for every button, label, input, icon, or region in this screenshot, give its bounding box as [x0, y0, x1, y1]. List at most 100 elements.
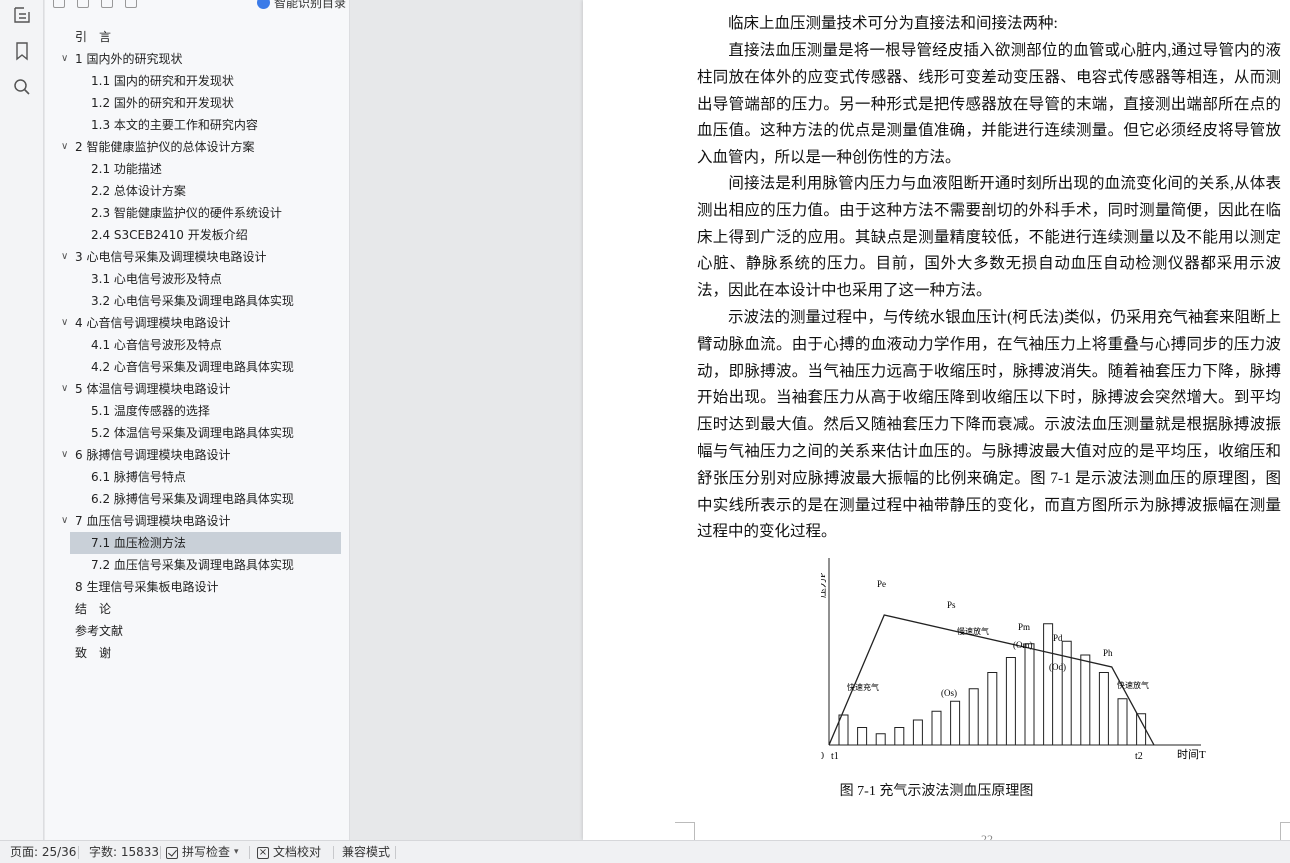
smart-toc-button[interactable]: 智能识别目录 — [256, 0, 346, 11]
toc-item[interactable]: 1.1 国内的研究和开发现状 — [45, 70, 349, 92]
toc-list: 引 言 ∨ 1 国内外的研究现状 1.1 国内的研究和开发现状 1.2 国外的研究和开发… — [45, 26, 349, 664]
toc-item[interactable]: 参考文献 — [45, 620, 349, 642]
paragraph-indirect-method: 间接法是利用脉管内压力与血液阻断开通时刻所出现的血流变化间的关系,从体表测出相应… — [697, 175, 1281, 300]
proof-icon: × — [257, 846, 269, 859]
slow-deflate-label: 慢速放气 — [957, 626, 989, 636]
toc-item-label: 4 心音信号调理模块电路设计 — [75, 316, 231, 330]
toc-item[interactable]: 4.1 心音信号波形及特点 — [45, 334, 349, 356]
toc-item[interactable]: ∨ 2 智能健康监护仪的总体设计方案 — [45, 136, 349, 158]
toc-item[interactable]: ∨ 3 心电信号采集及调理模块电路设计 — [45, 246, 349, 268]
toc-item[interactable]: 2.1 功能描述 — [45, 158, 349, 180]
bookmark-icon[interactable] — [11, 40, 33, 62]
outline-panel-icon[interactable] — [11, 4, 33, 26]
toc-item-label: 结 论 — [75, 602, 112, 616]
toc-item[interactable]: ∨ 6 脉搏信号调理模块电路设计 — [45, 444, 349, 466]
paragraph-intro: 临床上血压测量技术可分为直接法和间接法两种: — [697, 15, 1058, 32]
pulse-amplitude-bar — [968, 688, 979, 746]
x-axis-label: 时间T — [1177, 748, 1206, 761]
pulse-amplitude-bar — [1136, 713, 1147, 746]
document-page: 临床上血压测量技术可分为直接法和间接法两种: 直接法血压测量是将一根导管经皮插入… — [583, 0, 1290, 846]
toc-item[interactable]: ∨ 1 国内外的研究现状 — [45, 48, 349, 70]
toc-item[interactable]: ∨ 4 心音信号调理模块电路设计 — [45, 312, 349, 334]
divider — [78, 846, 79, 859]
toc-item[interactable]: ∨ 7 血压信号调理模块电路设计 — [45, 510, 349, 532]
figure-7-1-chart: 压力P 时间T 0 t1 t2 Pe Ps Pm Pd Ph 快速充气 慢速放气快速放气 (Os) (Om… — [821, 558, 1206, 762]
pd-label: Pd — [1053, 633, 1063, 643]
pulse-amplitude-bar — [857, 727, 868, 746]
toc-item-label: 5.2 体温信号采集及调理电路具体实现 — [91, 426, 294, 440]
chevron-down-icon[interactable]: ∨ — [61, 246, 68, 268]
word-count[interactable]: 字数: 15833 — [89, 841, 159, 863]
page-indicator-label: 页面: 25/36 — [10, 845, 77, 859]
divider — [333, 846, 334, 859]
checkbox-icon — [166, 846, 178, 859]
toc-item-label: 3.2 心电信号采集及调理电路具体实现 — [91, 294, 294, 308]
page-corner-right — [1280, 822, 1290, 840]
pulse-amplitude-bar — [912, 719, 923, 746]
toc-item[interactable]: 4.2 心音信号采集及调理电路具体实现 — [45, 356, 349, 378]
toc-item[interactable]: 6.1 脉搏信号特点 — [45, 466, 349, 488]
toc-item-label: 7.1 血压检测方法 — [91, 536, 186, 550]
panel-splitter[interactable] — [350, 0, 356, 840]
toc-item-label: 7 血压信号调理模块电路设计 — [75, 514, 231, 528]
chevron-down-icon[interactable]: ∨ — [61, 136, 68, 158]
paragraph-direct-method: 直接法血压测量是将一根导管经皮插入欲测部位的血管或心脏内,通过导管内的液柱同放在… — [697, 42, 1281, 167]
smart-toc-icon — [256, 0, 270, 9]
chevron-down-icon[interactable]: ∨ — [61, 510, 68, 532]
toc-item-label: 5.1 温度传感器的选择 — [91, 404, 210, 418]
toc-item[interactable]: 1.3 本文的主要工作和研究内容 — [45, 114, 349, 136]
toc-item[interactable]: 2.3 智能健康监护仪的硬件系统设计 — [45, 202, 349, 224]
toc-item-label: 2 智能健康监护仪的总体设计方案 — [75, 140, 255, 154]
doc-proof-button[interactable]: × 文档校对 — [257, 841, 321, 863]
ps-label: Ps — [947, 600, 956, 610]
compat-mode[interactable]: 兼容模式 — [342, 841, 390, 863]
toc-item[interactable]: 3.1 心电信号波形及特点 — [45, 268, 349, 290]
word-count-label: 字数: 15833 — [89, 845, 160, 859]
pulse-amplitude-bar — [1024, 643, 1035, 746]
toc-item[interactable]: 引 言 — [45, 26, 349, 48]
chevron-down-icon[interactable]: ∨ — [61, 48, 68, 70]
toc-item-label: 1.1 国内的研究和开发现状 — [91, 74, 234, 88]
toc-item[interactable]: 5.1 温度传感器的选择 — [45, 400, 349, 422]
pulse-amplitude-bar — [1005, 657, 1016, 746]
om-label: (Om) — [1013, 640, 1033, 650]
pulse-amplitude-bar — [894, 727, 905, 746]
toc-item-label: 2.3 智能健康监护仪的硬件系统设计 — [91, 206, 282, 220]
toc-item[interactable]: 7.1 血压检测方法 — [70, 532, 341, 554]
divider — [395, 846, 396, 859]
toc-item[interactable]: ∨ 5 体温信号调理模块电路设计 — [45, 378, 349, 400]
toc-item[interactable]: 1.2 国外的研究和开发现状 — [45, 92, 349, 114]
toc-item[interactable]: 结 论 — [45, 598, 349, 620]
toc-item-label: 引 言 — [75, 30, 112, 44]
paragraph-oscillometric: 示波法的测量过程中，与传统水银血压计(柯氏法)类似，仍采用充气袖套来阻断上臂动脉… — [697, 309, 1281, 541]
spell-check-label: 拼写检查 — [182, 845, 231, 859]
chevron-down-icon[interactable]: ∨ — [61, 312, 68, 334]
toc-item[interactable]: 3.2 心电信号采集及调理电路具体实现 — [45, 290, 349, 312]
spell-check-button[interactable]: 拼写检查 ▾ — [166, 841, 239, 863]
page-indicator[interactable]: 页面: 25/36 — [10, 841, 76, 863]
chevron-down-icon[interactable]: ∨ — [61, 444, 68, 466]
toc-item[interactable]: 7.2 血压信号采集及调理电路具体实现 — [45, 554, 349, 576]
collapse-icon[interactable] — [77, 0, 89, 8]
toc-item[interactable]: 2.4 S3CEB2410 开发板介绍 — [45, 224, 349, 246]
search-icon[interactable] — [11, 76, 33, 98]
toc-item-label: 2.2 总体设计方案 — [91, 184, 186, 198]
pulse-amplitude-bar — [987, 672, 998, 746]
toc-item-label: 3.1 心电信号波形及特点 — [91, 272, 222, 286]
check-icon[interactable] — [53, 0, 65, 8]
remove-icon[interactable] — [125, 0, 137, 8]
toc-item[interactable]: 2.2 总体设计方案 — [45, 180, 349, 202]
smart-toc-label: 智能识别目录 — [273, 0, 346, 10]
add-icon[interactable] — [101, 0, 113, 8]
pulse-amplitude-bar — [950, 700, 961, 746]
toc-item[interactable]: 8 生理信号采集板电路设计 — [45, 576, 349, 598]
divider — [160, 846, 161, 859]
toc-item[interactable]: 5.2 体温信号采集及调理电路具体实现 — [45, 422, 349, 444]
status-bar: 页面: 25/36 字数: 15833 拼写检查 ▾ × 文档校对 兼容模式 — [0, 840, 1290, 863]
toc-item[interactable]: 6.2 脉搏信号采集及调理电路具体实现 — [45, 488, 349, 510]
figure-caption: 图 7-1 充气示波法测血压原理图 — [839, 784, 1034, 799]
chevron-down-icon[interactable]: ∨ — [61, 378, 68, 400]
toc-item-label: 致 谢 — [75, 646, 112, 660]
toc-item[interactable]: 致 谢 — [45, 642, 349, 664]
divider — [249, 846, 250, 859]
